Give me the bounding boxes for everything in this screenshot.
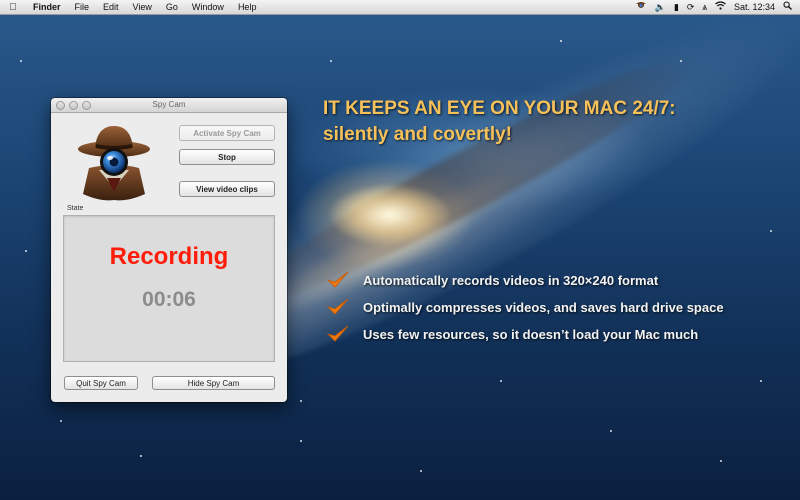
window-titlebar[interactable]: Spy Cam xyxy=(51,98,287,113)
headline-line-2: silently and covertly! xyxy=(323,124,513,145)
star xyxy=(770,230,772,232)
star xyxy=(720,460,722,462)
volume-icon[interactable]: 🔈 xyxy=(655,0,666,14)
recording-status: Recording xyxy=(109,243,229,270)
star xyxy=(60,420,62,422)
headline-line-1: IT KEEPS AN EYE ON YOUR MAC 24/7: xyxy=(323,98,676,119)
wifi-icon[interactable] xyxy=(715,0,726,14)
star xyxy=(680,60,682,62)
promo-headline: IT KEEPS AN EYE ON YOUR MAC 24/7: silent… xyxy=(323,96,723,148)
state-label: State xyxy=(67,205,84,212)
galaxy-core xyxy=(330,185,450,245)
quit-spy-cam-button[interactable]: Quit Spy Cam xyxy=(64,376,138,390)
menu-bar:  Finder File Edit View Go Window Help 🔈… xyxy=(0,0,800,15)
stop-button[interactable]: Stop xyxy=(179,149,275,165)
menu-extras: 🔈 ▮ ⟳ ѧ Sat. 12:34 xyxy=(635,0,792,14)
sync-icon[interactable]: ⟳ xyxy=(687,0,695,14)
menu-finder[interactable]: Finder xyxy=(26,0,68,14)
spotlight-search-icon[interactable] xyxy=(783,0,792,14)
spy-cam-status-icon[interactable] xyxy=(635,0,647,14)
view-video-clips-button[interactable]: View video clips xyxy=(179,181,275,197)
recording-timer: 00:06 xyxy=(142,288,196,311)
spy-cam-app-icon xyxy=(77,122,151,202)
menu-go[interactable]: Go xyxy=(159,0,185,14)
star xyxy=(25,250,27,252)
star xyxy=(330,60,332,62)
feature-text: Automatically records videos in 320×240 … xyxy=(363,273,659,288)
star xyxy=(300,400,302,402)
spy-cam-window: Spy Cam Activate Spy Cam Stop View video… xyxy=(51,98,287,402)
zoom-button[interactable] xyxy=(82,101,91,110)
star xyxy=(20,60,22,62)
close-button[interactable] xyxy=(56,101,65,110)
menu-clock[interactable]: Sat. 12:34 xyxy=(734,0,775,14)
feature-item: Automatically records videos in 320×240 … xyxy=(326,270,746,290)
checkmark-icon xyxy=(326,271,349,288)
menu-file[interactable]: File xyxy=(68,0,97,14)
checkmark-icon xyxy=(326,298,349,315)
star xyxy=(560,40,562,42)
feature-item: Uses few resources, so it doesn’t load y… xyxy=(326,324,746,344)
menu-help[interactable]: Help xyxy=(231,0,264,14)
star xyxy=(300,440,302,442)
battery-icon[interactable]: ▮ xyxy=(674,0,679,14)
star xyxy=(610,430,612,432)
state-panel: Recording 00:06 xyxy=(63,215,275,362)
star xyxy=(500,380,502,382)
bluetooth-icon[interactable]: ѧ xyxy=(702,0,707,14)
feature-text: Uses few resources, so it doesn’t load y… xyxy=(363,327,699,342)
star xyxy=(140,455,142,457)
menu-edit[interactable]: Edit xyxy=(96,0,126,14)
menu-window[interactable]: Window xyxy=(185,0,231,14)
apple-menu-icon[interactable]:  xyxy=(0,2,26,13)
window-controls xyxy=(56,101,91,110)
feature-item: Optimally compresses videos, and saves h… xyxy=(326,297,746,317)
activate-spy-cam-button[interactable]: Activate Spy Cam xyxy=(179,125,275,141)
hide-spy-cam-button[interactable]: Hide Spy Cam xyxy=(152,376,275,390)
minimize-button[interactable] xyxy=(69,101,78,110)
star xyxy=(420,470,422,472)
feature-text: Optimally compresses videos, and saves h… xyxy=(363,300,724,315)
checkmark-icon xyxy=(326,325,349,342)
menu-view[interactable]: View xyxy=(126,0,159,14)
star xyxy=(760,380,762,382)
